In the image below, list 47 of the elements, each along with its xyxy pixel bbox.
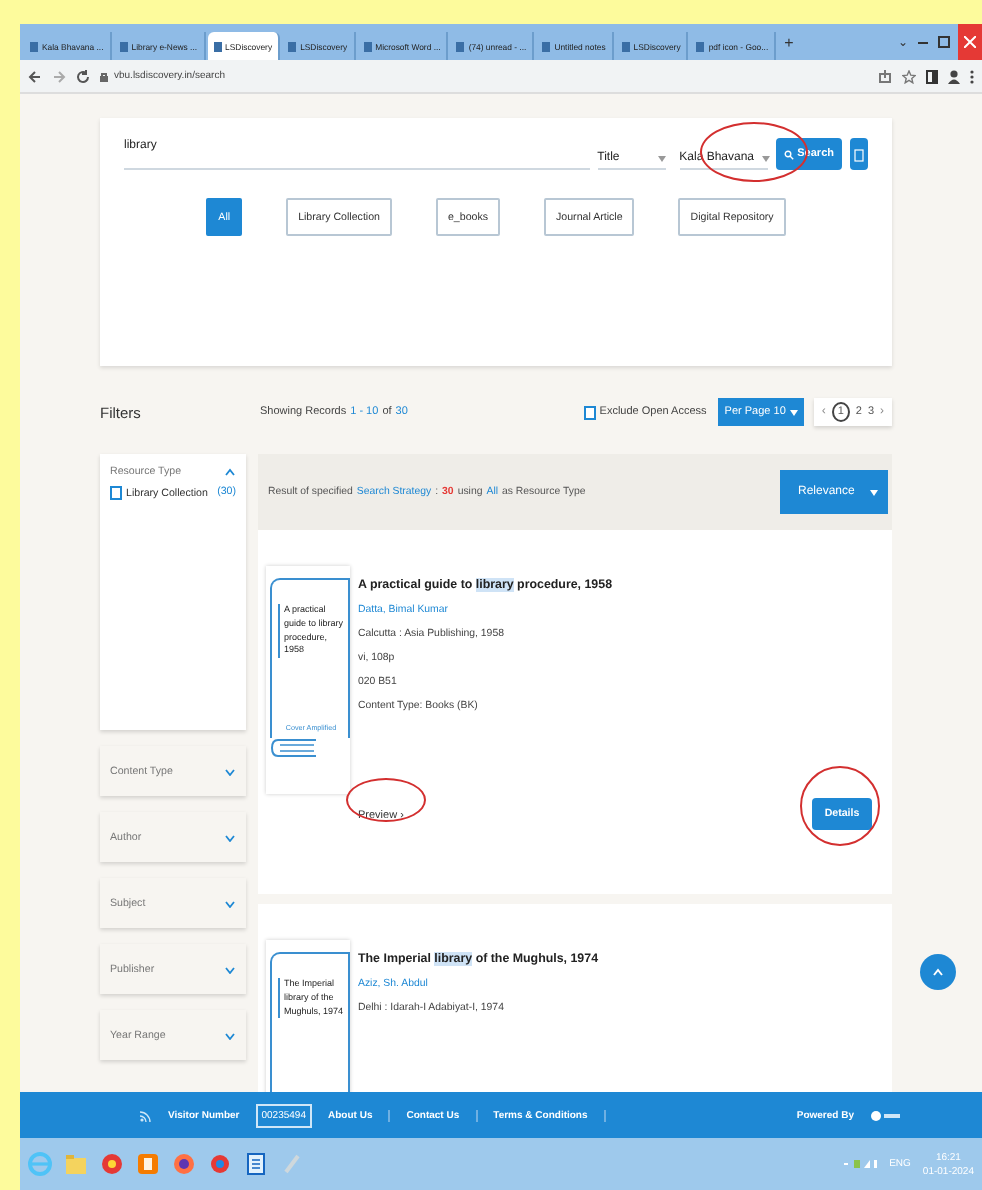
scroll-to-top-button[interactable] <box>920 954 956 990</box>
favicon-icon <box>30 41 38 51</box>
favicon-icon <box>213 41 222 51</box>
lock-icon <box>100 71 108 81</box>
share-icon[interactable] <box>878 69 892 83</box>
chevron-icon[interactable] <box>224 899 236 907</box>
minimize-icon[interactable] <box>918 41 928 43</box>
back-icon[interactable] <box>28 69 42 83</box>
caret-icon <box>789 409 798 415</box>
favicon-icon <box>119 41 128 51</box>
maximize-icon[interactable] <box>938 36 950 48</box>
clipboard-icon <box>854 147 864 161</box>
close-button[interactable] <box>958 24 982 60</box>
favicon-icon <box>696 41 705 51</box>
chevron-icon[interactable] <box>224 833 236 841</box>
annotation-circle <box>800 766 880 846</box>
tray-icons[interactable] <box>841 1158 878 1170</box>
favicon-icon <box>363 41 372 51</box>
sidebar-icon[interactable] <box>926 69 938 83</box>
circle-icon[interactable] <box>100 1152 124 1176</box>
book-icon <box>270 738 318 758</box>
caret-icon <box>870 489 878 495</box>
favicon-icon <box>288 41 297 51</box>
caret-icon <box>762 155 771 161</box>
favicon-icon <box>456 41 465 51</box>
annotation-circle <box>346 778 426 822</box>
reload-icon[interactable] <box>76 69 90 83</box>
favicon-icon <box>542 41 551 51</box>
document-icon[interactable] <box>244 1152 268 1176</box>
chevron-icon[interactable] <box>224 767 236 775</box>
logo-icon <box>870 1109 902 1121</box>
profile-icon[interactable] <box>948 69 960 83</box>
new-tab-button[interactable]: + <box>784 33 794 51</box>
chevron-icon[interactable] <box>224 965 236 973</box>
app-icon[interactable] <box>136 1152 160 1176</box>
chevron-icon[interactable] <box>224 1031 236 1039</box>
favicon-icon <box>621 41 630 51</box>
forward-icon[interactable] <box>52 69 66 83</box>
caret-icon <box>657 155 666 161</box>
circle-icon[interactable] <box>208 1152 232 1176</box>
search-icon <box>783 149 794 159</box>
close-icon <box>964 36 976 48</box>
rss-icon[interactable] <box>140 1109 152 1121</box>
clipboard-button[interactable] <box>850 138 868 170</box>
globe-icon[interactable] <box>172 1152 196 1176</box>
chevron-icon[interactable] <box>224 468 236 476</box>
star-icon[interactable] <box>902 69 916 83</box>
